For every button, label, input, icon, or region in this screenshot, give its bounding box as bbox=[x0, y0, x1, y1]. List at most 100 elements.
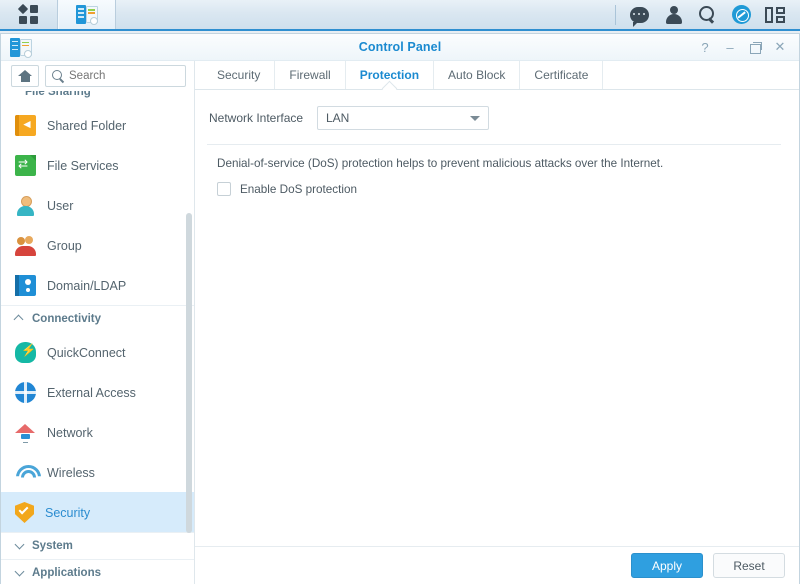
chevron-down-icon bbox=[470, 116, 480, 121]
sidebar-group-label: Connectivity bbox=[32, 313, 102, 325]
enable-dos-protection-label: Enable DoS protection bbox=[240, 182, 357, 196]
taskbar-divider bbox=[615, 4, 616, 25]
sidebar-group-connectivity[interactable]: Connectivity bbox=[1, 305, 194, 332]
file-services-icon bbox=[15, 155, 36, 176]
restore-icon[interactable] bbox=[744, 36, 766, 58]
enable-dos-protection-row[interactable]: Enable DoS protection bbox=[207, 182, 781, 196]
minimize-button[interactable]: – bbox=[719, 36, 741, 58]
taskbar-spacer bbox=[116, 0, 615, 29]
sidebar-item-label: Network bbox=[47, 425, 93, 440]
sidebar-item-label: Wireless bbox=[47, 465, 95, 480]
control-panel-window: Control Panel ? – ✕ File Sharing bbox=[0, 33, 800, 584]
search-input[interactable] bbox=[69, 70, 179, 82]
widgets-button[interactable] bbox=[758, 0, 792, 30]
network-interface-select[interactable]: LAN bbox=[317, 106, 489, 130]
control-panel-sidebar: File Sharing Shared Folder File Services… bbox=[1, 61, 195, 584]
network-interface-value: LAN bbox=[326, 111, 350, 125]
desktop-search-button[interactable] bbox=[690, 0, 724, 30]
sidebar-list: File Sharing Shared Folder File Services… bbox=[1, 91, 194, 584]
notifications-chat-button[interactable] bbox=[622, 0, 656, 30]
globe-icon bbox=[15, 382, 36, 403]
reset-button[interactable]: Reset bbox=[713, 553, 785, 578]
sidebar-item-security[interactable]: Security bbox=[1, 492, 194, 532]
sidebar-group-file-sharing-clipped[interactable]: File Sharing bbox=[1, 91, 194, 100]
control-panel-icon bbox=[76, 5, 98, 25]
sidebar-item-label: Domain/LDAP bbox=[47, 278, 127, 293]
apply-button[interactable]: Apply bbox=[631, 553, 703, 578]
help-button[interactable]: ? bbox=[694, 36, 716, 58]
sidebar-scrollbar[interactable] bbox=[186, 213, 192, 533]
sidebar-item-label: Security bbox=[45, 505, 91, 520]
chat-bubble-icon bbox=[629, 6, 649, 27]
widgets-panel-icon bbox=[765, 6, 785, 23]
tab-certificate[interactable]: Certificate bbox=[520, 61, 604, 89]
search-icon bbox=[52, 70, 64, 82]
sidebar-item-label: User bbox=[47, 198, 74, 213]
sidebar-group-applications[interactable]: Applications bbox=[1, 559, 194, 584]
window-body: File Sharing Shared Folder File Services… bbox=[1, 61, 799, 584]
tab-firewall[interactable]: Firewall bbox=[275, 61, 346, 89]
sidebar-item-file-services[interactable]: File Services bbox=[1, 145, 194, 185]
sidebar-group-system[interactable]: System bbox=[1, 532, 194, 559]
action-footer: Apply Reset bbox=[195, 546, 799, 584]
sidebar-item-label: QuickConnect bbox=[47, 345, 126, 360]
domain-ldap-icon bbox=[15, 275, 36, 296]
window-titlebar[interactable]: Control Panel ? – ✕ bbox=[1, 34, 799, 61]
network-icon bbox=[15, 422, 36, 443]
update-notification-button[interactable] bbox=[724, 0, 758, 30]
security-shield-icon bbox=[15, 502, 34, 523]
sidebar-item-label: Group bbox=[47, 238, 82, 253]
protection-settings-content: Network Interface LAN Denial-of-service … bbox=[195, 90, 799, 546]
group-icon bbox=[15, 235, 36, 256]
window-title: Control Panel bbox=[358, 40, 442, 54]
tab-bar-filler bbox=[603, 61, 799, 89]
sidebar-group-label: Applications bbox=[32, 567, 102, 579]
grid-menu-icon bbox=[17, 3, 38, 24]
sidebar-item-group[interactable]: Group bbox=[1, 225, 194, 265]
main-menu-button[interactable] bbox=[0, 0, 58, 29]
wireless-icon bbox=[15, 462, 36, 483]
sidebar-search-box[interactable] bbox=[45, 65, 186, 87]
blue-circle-check-icon bbox=[731, 5, 751, 24]
sidebar-scroll-area: File Sharing Shared Folder File Services… bbox=[1, 91, 194, 584]
home-icon bbox=[18, 70, 32, 82]
quickconnect-icon bbox=[15, 342, 36, 363]
home-button[interactable] bbox=[11, 65, 39, 87]
window-controls: ? – ✕ bbox=[694, 36, 791, 58]
chevron-down-icon bbox=[15, 569, 24, 578]
tab-security[interactable]: Security bbox=[203, 61, 276, 89]
tab-auto-block[interactable]: Auto Block bbox=[434, 61, 521, 89]
shared-folder-icon bbox=[15, 115, 36, 136]
dos-description: Denial-of-service (DoS) protection helps… bbox=[217, 157, 664, 170]
chevron-down-icon bbox=[15, 542, 24, 551]
tab-bar: Security Firewall Protection Auto Block … bbox=[195, 61, 799, 90]
person-icon bbox=[665, 5, 682, 24]
section-divider bbox=[207, 144, 781, 145]
user-icon bbox=[15, 195, 36, 216]
taskbar-right-icons bbox=[615, 0, 800, 29]
main-panel: Security Firewall Protection Auto Block … bbox=[195, 61, 799, 584]
tab-protection[interactable]: Protection bbox=[346, 61, 435, 89]
sidebar-item-user[interactable]: User bbox=[1, 185, 194, 225]
taskbar-left-buttons bbox=[0, 0, 116, 29]
sidebar-header bbox=[1, 61, 194, 91]
user-options-button[interactable] bbox=[656, 0, 690, 30]
enable-dos-protection-checkbox[interactable] bbox=[217, 182, 231, 196]
sidebar-item-label: External Access bbox=[47, 385, 136, 400]
network-interface-label: Network Interface bbox=[209, 111, 304, 125]
close-button[interactable]: ✕ bbox=[769, 36, 791, 58]
sidebar-item-shared-folder[interactable]: Shared Folder bbox=[1, 105, 194, 145]
sidebar-item-network[interactable]: Network bbox=[1, 412, 194, 452]
sidebar-item-wireless[interactable]: Wireless bbox=[1, 452, 194, 492]
sidebar-item-label: Shared Folder bbox=[47, 118, 127, 133]
sidebar-group-label: System bbox=[32, 540, 73, 552]
sidebar-item-quickconnect[interactable]: QuickConnect bbox=[1, 332, 194, 372]
taskbar-item-control-panel[interactable] bbox=[58, 0, 116, 29]
search-icon bbox=[698, 5, 716, 24]
chevron-up-icon bbox=[15, 315, 24, 324]
sidebar-item-external-access[interactable]: External Access bbox=[1, 372, 194, 412]
network-interface-row: Network Interface LAN bbox=[207, 106, 781, 130]
sidebar-item-label: File Services bbox=[47, 158, 119, 173]
desktop-taskbar bbox=[0, 0, 800, 31]
sidebar-item-domain-ldap[interactable]: Domain/LDAP bbox=[1, 265, 194, 305]
